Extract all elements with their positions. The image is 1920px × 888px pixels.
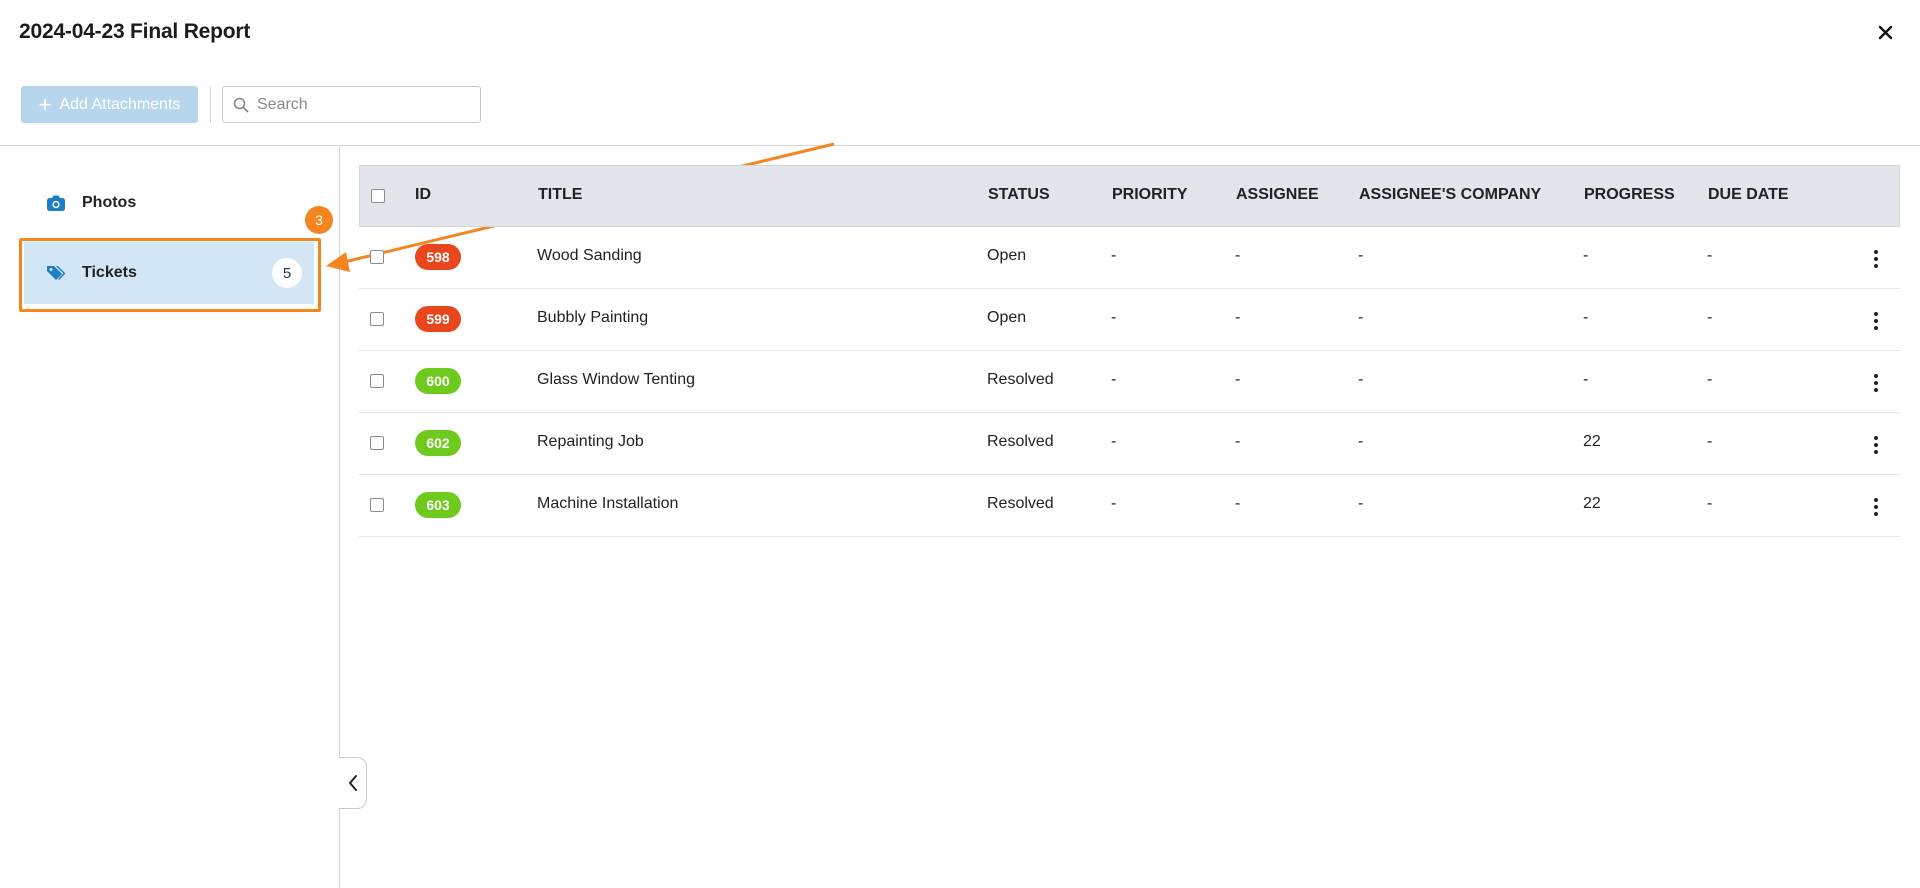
ticket-id-badge[interactable]: 599 xyxy=(415,306,461,332)
ticket-id-badge[interactable]: 603 xyxy=(415,492,461,518)
close-button[interactable] xyxy=(1872,19,1898,45)
add-attachments-label: Add Attachments xyxy=(59,95,181,113)
collapse-sidebar-button[interactable] xyxy=(339,757,367,809)
column-header-due-date[interactable]: DUE DATE xyxy=(1708,186,1789,204)
column-header-company[interactable]: ASSIGNEE'S COMPANY xyxy=(1359,186,1541,204)
ticket-priority: - xyxy=(1111,495,1117,512)
ticket-company: - xyxy=(1358,433,1364,450)
ticket-company: - xyxy=(1358,247,1364,264)
ticket-priority: - xyxy=(1111,371,1117,388)
add-attachments-button[interactable]: + Add Attachments xyxy=(21,86,198,123)
ticket-assignee: - xyxy=(1235,433,1241,450)
ticket-progress: - xyxy=(1583,247,1589,264)
row-actions-menu-icon[interactable] xyxy=(1869,434,1883,456)
table-row[interactable]: 598 Wood Sanding Open - - - - - xyxy=(359,227,1900,289)
ticket-progress: - xyxy=(1583,309,1589,326)
dialog-title: 2024-04-23 Final Report xyxy=(19,20,251,43)
toolbar-divider xyxy=(210,86,211,123)
sidebar-item-label: Tickets xyxy=(82,264,137,281)
chevron-left-icon xyxy=(348,775,357,791)
close-icon xyxy=(1878,25,1892,39)
ticket-id-badge[interactable]: 598 xyxy=(415,244,461,270)
ticket-progress: 22 xyxy=(1583,495,1601,512)
row-checkbox[interactable] xyxy=(370,374,384,388)
sidebar-item-label: Photos xyxy=(82,194,137,211)
camera-icon xyxy=(46,193,66,213)
ticket-title[interactable]: Bubbly Painting xyxy=(537,309,648,327)
ticket-due-date: - xyxy=(1707,371,1713,388)
dialog-header: 2024-04-23 Final Report xyxy=(0,0,1920,64)
sidebar: Photos Tickets 5 xyxy=(0,146,340,888)
search-box[interactable] xyxy=(222,86,481,123)
step-badge: 3 xyxy=(305,206,333,234)
column-header-title[interactable]: TITLE xyxy=(538,186,582,204)
row-actions-menu-icon[interactable] xyxy=(1869,248,1883,270)
column-header-assignee[interactable]: ASSIGNEE xyxy=(1236,186,1319,204)
table-row[interactable]: 599 Bubbly Painting Open - - - - - xyxy=(359,289,1900,351)
ticket-due-date: - xyxy=(1707,247,1713,264)
search-input[interactable] xyxy=(257,95,477,114)
ticket-assignee: - xyxy=(1235,247,1241,264)
ticket-title[interactable]: Machine Installation xyxy=(537,495,678,513)
ticket-status: Resolved xyxy=(987,433,1054,450)
row-actions-menu-icon[interactable] xyxy=(1869,496,1883,518)
ticket-assignee: - xyxy=(1235,309,1241,326)
row-checkbox[interactable] xyxy=(370,498,384,512)
ticket-status: Open xyxy=(987,247,1027,264)
table-row[interactable]: 603 Machine Installation Resolved - - - 22 - xyxy=(359,475,1900,537)
ticket-status: Resolved xyxy=(987,371,1054,388)
ticket-assignee: - xyxy=(1235,371,1241,388)
sidebar-item-photos[interactable]: Photos xyxy=(24,172,314,234)
ticket-title[interactable]: Wood Sanding xyxy=(537,247,642,265)
ticket-due-date: - xyxy=(1707,495,1713,512)
ticket-assignee: - xyxy=(1235,495,1241,512)
row-checkbox[interactable] xyxy=(370,436,384,450)
column-header-priority[interactable]: PRIORITY xyxy=(1112,186,1188,204)
ticket-due-date: - xyxy=(1707,309,1713,326)
tickets-table: ID TITLE STATUS PRIORITY ASSIGNEE ASSIGN… xyxy=(359,165,1900,537)
column-header-status[interactable]: STATUS xyxy=(988,186,1050,204)
ticket-title[interactable]: Repainting Job xyxy=(537,433,644,451)
sidebar-item-tickets[interactable]: Tickets 5 xyxy=(24,242,314,304)
ticket-company: - xyxy=(1358,309,1364,326)
row-actions-menu-icon[interactable] xyxy=(1869,372,1883,394)
select-all-checkbox[interactable] xyxy=(371,189,385,203)
column-header-id[interactable]: ID xyxy=(415,186,431,204)
ticket-id-badge[interactable]: 602 xyxy=(415,430,461,456)
ticket-id-badge[interactable]: 600 xyxy=(415,368,461,394)
table-body: 598 Wood Sanding Open - - - - - 599 Bubbly Painti… xyxy=(359,227,1900,537)
column-header-progress[interactable]: PROGRESS xyxy=(1584,186,1675,204)
row-checkbox[interactable] xyxy=(370,250,384,264)
ticket-due-date: - xyxy=(1707,433,1713,450)
ticket-title[interactable]: Glass Window Tenting xyxy=(537,371,695,389)
ticket-company: - xyxy=(1358,371,1364,388)
ticket-status: Resolved xyxy=(987,495,1054,512)
table-row[interactable]: 600 Glass Window Tenting Resolved - - - - - xyxy=(359,351,1900,413)
toolbar: + Add Attachments xyxy=(0,84,1920,126)
table-header: ID TITLE STATUS PRIORITY ASSIGNEE ASSIGN… xyxy=(359,165,1900,227)
tickets-count-badge: 5 xyxy=(272,258,302,288)
row-actions-menu-icon[interactable] xyxy=(1869,310,1883,332)
plus-icon: + xyxy=(38,91,52,117)
ticket-priority: - xyxy=(1111,309,1117,326)
row-checkbox[interactable] xyxy=(370,312,384,326)
ticket-status: Open xyxy=(987,309,1027,326)
search-icon xyxy=(233,97,249,112)
ticket-progress: 22 xyxy=(1583,433,1601,450)
ticket-company: - xyxy=(1358,495,1364,512)
ticket-priority: - xyxy=(1111,247,1117,264)
tags-icon xyxy=(46,263,66,283)
table-row[interactable]: 602 Repainting Job Resolved - - - 22 - xyxy=(359,413,1900,475)
ticket-progress: - xyxy=(1583,371,1589,388)
ticket-priority: - xyxy=(1111,433,1117,450)
